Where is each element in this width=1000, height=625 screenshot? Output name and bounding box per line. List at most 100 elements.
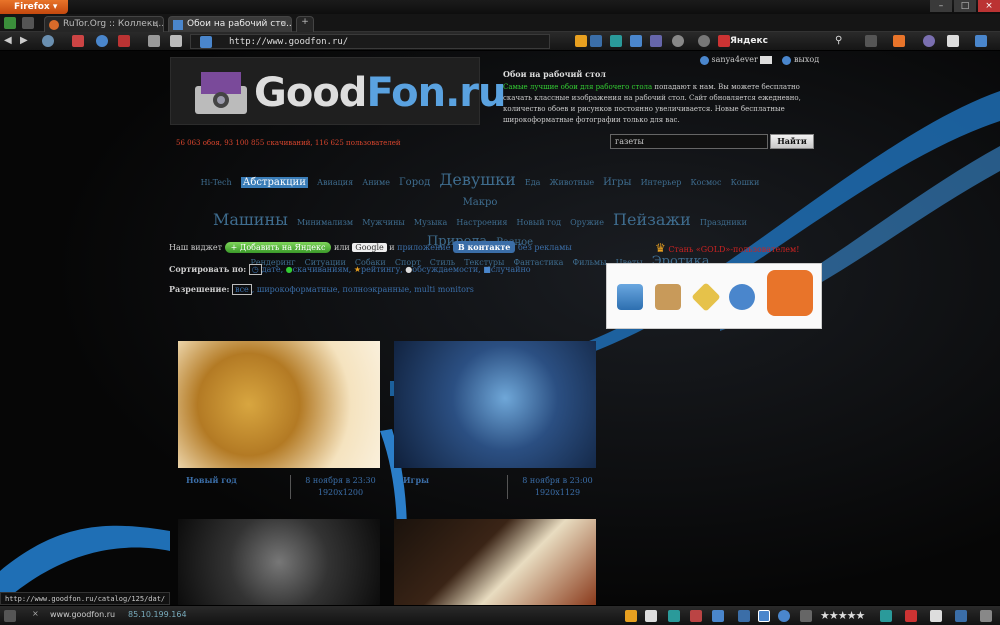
thumbnail-category[interactable]: Игры	[403, 475, 429, 485]
menu-icon[interactable]	[975, 35, 987, 47]
sort-random[interactable]: случайно	[491, 265, 531, 274]
back-icon[interactable]: ◀	[4, 35, 16, 47]
category-tag[interactable]: Фильмы	[573, 258, 607, 267]
globe-icon[interactable]	[42, 35, 54, 47]
page-rating-stars[interactable]: ★★★★★	[820, 609, 865, 622]
eye-icon[interactable]	[96, 35, 108, 47]
close-window-button[interactable]: ×	[978, 0, 1000, 12]
res-fullscreen[interactable]: полноэкранные	[343, 285, 410, 294]
wallpaper-thumbnail[interactable]	[178, 341, 380, 468]
address-bar[interactable]: http://www.goodfon.ru/	[190, 34, 550, 49]
sort-by-date[interactable]: дате	[262, 265, 281, 274]
category-tag[interactable]: Праздники	[700, 218, 747, 227]
category-tag[interactable]: Минимализм	[297, 218, 353, 227]
direction-sign-icon[interactable]	[691, 282, 721, 312]
chat-icon[interactable]	[955, 610, 967, 622]
resize-grip-icon[interactable]	[980, 610, 992, 622]
sort-by-discussion[interactable]: обсуждаемости	[412, 265, 478, 274]
category-tag[interactable]: Мужчины	[362, 218, 405, 227]
category-tag[interactable]: Кошки	[731, 178, 760, 187]
firefox-menu-button[interactable]: Firefox ▾	[0, 0, 68, 14]
x-status-icon[interactable]	[880, 610, 892, 622]
category-tag[interactable]: Аниме	[362, 178, 390, 187]
category-tag[interactable]: Макро	[463, 197, 498, 208]
wrench-icon[interactable]	[170, 35, 182, 47]
res-multi-monitors[interactable]: multi monitors	[414, 285, 474, 294]
site-identity-icon[interactable]	[200, 36, 212, 48]
no-ads-link[interactable]: без рекламы	[518, 243, 572, 252]
settings-gear-icon[interactable]	[930, 610, 942, 622]
res-all[interactable]: все	[232, 284, 252, 295]
bookmark-star-icon[interactable]	[575, 35, 587, 47]
thumbnail-category[interactable]: Новый год	[186, 475, 237, 485]
sync-icon[interactable]	[668, 610, 680, 622]
tab-rutor[interactable]: RuTor.Org :: Коллекц... ×	[44, 16, 164, 32]
thumbnail-size[interactable]: 1920x1200	[291, 487, 390, 499]
rss-feed-icon[interactable]	[767, 270, 813, 316]
calendar-icon[interactable]	[650, 35, 662, 47]
s-icon[interactable]	[22, 17, 34, 29]
toolbar-addon-icon[interactable]	[630, 35, 642, 47]
logout-link[interactable]: выход	[794, 55, 819, 64]
download-status-icon[interactable]	[905, 610, 917, 622]
category-tag[interactable]: Еда	[525, 178, 541, 187]
archive-box-icon[interactable]	[655, 284, 681, 310]
plus-icon[interactable]	[610, 35, 622, 47]
add-to-yandex-button[interactable]: + Добавить на Яндекс	[224, 242, 332, 253]
category-tag[interactable]: Город	[399, 177, 430, 188]
category-tag[interactable]: Девушки	[439, 170, 515, 189]
sidebar-icon[interactable]	[865, 35, 877, 47]
gold-user-promo[interactable]: ♛ Стань «GOLD»-пользователем!	[655, 241, 799, 255]
reload-icon[interactable]	[698, 35, 710, 47]
tab-goodfon[interactable]: Обои на рабочий сто... ×	[168, 16, 292, 32]
feeds-icon[interactable]	[893, 35, 905, 47]
search-icon[interactable]: ⚲	[835, 35, 847, 47]
addon-status-icon[interactable]	[712, 610, 724, 622]
shield-icon[interactable]	[148, 35, 160, 47]
username-link[interactable]: sanya4ever	[712, 55, 758, 64]
maximize-button[interactable]: □	[954, 0, 976, 12]
category-tag[interactable]: Машины	[213, 210, 288, 229]
category-tag[interactable]: Авиация	[317, 178, 353, 187]
pen-icon[interactable]	[690, 610, 702, 622]
download-icon[interactable]	[118, 35, 130, 47]
thumbnail-size[interactable]: 1920x1129	[508, 487, 607, 499]
app-link[interactable]: приложение	[397, 243, 450, 252]
add-wallpaper-icon[interactable]	[617, 284, 643, 310]
category-tag[interactable]: Игры	[603, 177, 631, 188]
google-button[interactable]: Google	[352, 243, 387, 252]
rss-status-icon[interactable]	[625, 610, 637, 622]
home-icon[interactable]	[4, 17, 16, 29]
wallpaper-thumbnail[interactable]	[178, 519, 380, 605]
category-tag[interactable]: Настроения	[456, 218, 507, 227]
notes-icon[interactable]	[645, 610, 657, 622]
category-tag[interactable]: Новый год	[517, 218, 561, 227]
new-tab-button[interactable]: +	[296, 16, 314, 32]
sort-by-rating[interactable]: рейтингу	[361, 265, 400, 274]
minimize-button[interactable]: –	[930, 0, 952, 12]
wallpaper-thumbnail[interactable]	[394, 341, 596, 468]
wallpaper-thumbnail[interactable]	[394, 519, 596, 605]
category-tag[interactable]: Абстракции	[240, 177, 308, 188]
category-tag[interactable]: Интерьер	[641, 178, 682, 187]
screenshot-icon[interactable]	[758, 610, 770, 622]
close-tab-icon[interactable]: ×	[279, 19, 287, 29]
skype-icon[interactable]	[738, 610, 750, 622]
info-icon[interactable]	[590, 35, 602, 47]
site-search-input[interactable]: газеты	[610, 134, 768, 149]
category-tag[interactable]: Музыка	[414, 218, 447, 227]
category-tag[interactable]: Оружие	[570, 218, 604, 227]
addon-red-icon[interactable]	[72, 35, 84, 47]
forward-icon[interactable]: ▶	[20, 35, 32, 47]
search-engine-field[interactable]: Яндекс	[720, 34, 830, 49]
res-widescreen[interactable]: широкоформатные	[257, 285, 338, 294]
mail-icon[interactable]	[760, 56, 773, 64]
category-tag[interactable]: Hi-Tech	[201, 178, 232, 187]
screen-icon[interactable]	[947, 35, 959, 47]
users-icon[interactable]	[729, 284, 755, 310]
eye-status-icon[interactable]	[778, 610, 790, 622]
goodfon-logo[interactable]: GoodFon.ru	[170, 57, 507, 125]
close-addon-bar-icon[interactable]: ×	[32, 609, 39, 618]
category-tag[interactable]: Космос	[690, 178, 721, 187]
site-search-button[interactable]: Найти	[770, 134, 814, 149]
